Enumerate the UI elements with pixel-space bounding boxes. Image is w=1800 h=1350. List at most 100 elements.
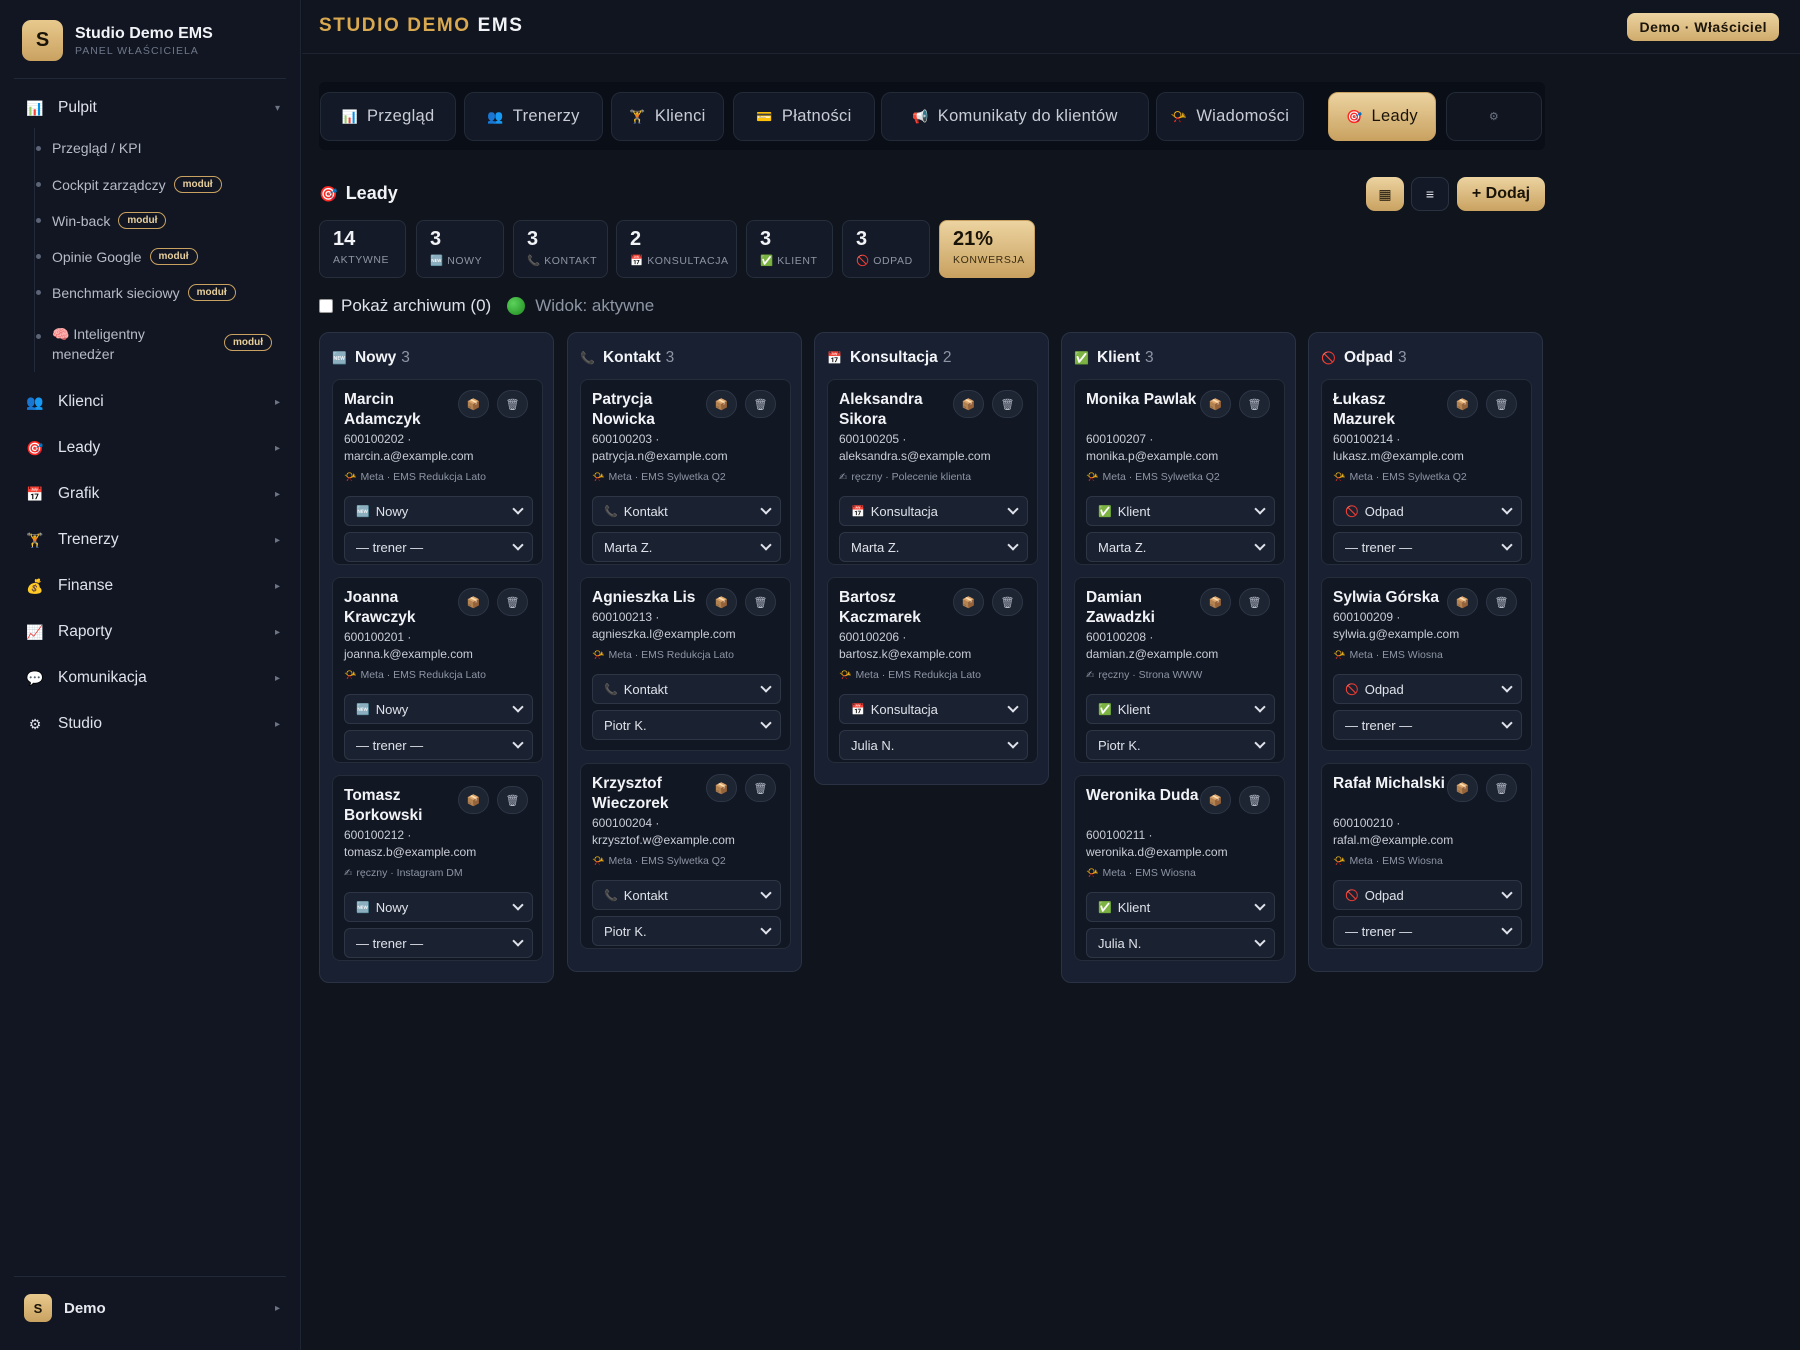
kanban-view-button[interactable]: ▦	[1366, 177, 1404, 211]
trash-icon[interactable]: 🗑	[1486, 774, 1517, 802]
trash-icon[interactable]: 🗑	[992, 390, 1023, 418]
lead-email[interactable]: tomasz.b@example.com	[344, 845, 476, 859]
stat-klient[interactable]: 3 ✅ KLIENT	[746, 220, 833, 278]
trainer-select[interactable]: Julia N.	[1086, 928, 1275, 958]
trainer-select[interactable]: Piotr K.	[592, 916, 781, 946]
lead-card[interactable]: Rafał Michalski 600100210 · rafal.m@exampl…	[1321, 763, 1532, 949]
lead-card[interactable]: Weronika Duda 600100211 · weronika.d@examp…	[1074, 775, 1285, 961]
stat-kontakt[interactable]: 3 📞 KONTAKT	[513, 220, 608, 278]
archive-icon[interactable]: 📦	[1447, 390, 1478, 418]
sidebar-item-grafik[interactable]: 📅 Grafik ▸	[20, 476, 280, 512]
tab-wiadomosci[interactable]: 📯 Wiadomości	[1156, 92, 1304, 141]
user-menu[interactable]: S Demo ▸	[24, 1294, 280, 1322]
add-lead-button[interactable]: + Dodaj	[1457, 177, 1545, 211]
sidebar-item-leady[interactable]: 🎯 Leady ▸	[20, 430, 280, 466]
lead-name[interactable]: Monika Pawlak	[1086, 390, 1204, 410]
lead-email[interactable]: marcin.a@example.com	[344, 449, 474, 463]
lead-name[interactable]: Patrycja Nowicka	[592, 390, 710, 430]
lead-name[interactable]: Tomasz Borkowski	[344, 786, 462, 826]
trash-icon[interactable]: 🗑	[1239, 786, 1270, 814]
lead-email[interactable]: joanna.k@example.com	[344, 647, 473, 661]
stage-select[interactable]: 🆕 Nowy	[344, 496, 533, 526]
lead-email[interactable]: agnieszka.l@example.com	[592, 627, 736, 641]
tab-komunikaty[interactable]: 📢 Komunikaty do klientów	[881, 92, 1149, 141]
lead-email[interactable]: rafal.m@example.com	[1333, 833, 1453, 847]
lead-email[interactable]: sylwia.g@example.com	[1333, 627, 1459, 641]
sidebar-item-komunikacja[interactable]: 💬 Komunikacja ▸	[20, 660, 280, 696]
lead-email[interactable]: bartosz.k@example.com	[839, 647, 971, 661]
trainer-select[interactable]: — trener —	[344, 730, 533, 760]
lead-name[interactable]: Agnieszka Lis	[592, 588, 710, 608]
lead-name[interactable]: Weronika Duda	[1086, 786, 1204, 806]
trash-icon[interactable]: 🗑	[745, 588, 776, 616]
trainer-select[interactable]: — trener —	[344, 532, 533, 562]
trainer-select[interactable]: Marta Z.	[839, 532, 1028, 562]
archive-icon[interactable]: 📦	[953, 390, 984, 418]
tab-ustawienia[interactable]: ⚙	[1446, 92, 1542, 141]
lead-name[interactable]: Rafał Michalski	[1333, 774, 1451, 794]
trash-icon[interactable]: 🗑	[497, 390, 528, 418]
tab-klienci[interactable]: 🏋 Klienci	[611, 92, 724, 141]
lead-card[interactable]: Sylwia Górska 600100209 · sylwia.g@example…	[1321, 577, 1532, 751]
trainer-select[interactable]: — trener —	[1333, 532, 1522, 562]
lead-email[interactable]: lukasz.m@example.com	[1333, 449, 1464, 463]
sidebar-item-studio[interactable]: ⚙ Studio ▸	[20, 706, 280, 742]
archive-icon[interactable]: 📦	[953, 588, 984, 616]
archive-icon[interactable]: 📦	[458, 786, 489, 814]
lead-card[interactable]: Joanna Krawczyk 600100201 · joanna.k@examp…	[332, 577, 543, 763]
submenu-item-menedzer[interactable]: 🧠 Inteligentny menedżer moduł	[36, 324, 280, 364]
archive-icon[interactable]: 📦	[1200, 588, 1231, 616]
sidebar-item-klienci[interactable]: 👥 Klienci ▸	[20, 384, 280, 420]
lead-card[interactable]: Monika Pawlak 600100207 · monika.p@example…	[1074, 379, 1285, 565]
lead-name[interactable]: Bartosz Kaczmarek	[839, 588, 957, 628]
stage-select[interactable]: 📞 Kontakt	[592, 496, 781, 526]
archive-icon[interactable]: 📦	[1200, 390, 1231, 418]
lead-name[interactable]: Marcin Adamczyk	[344, 390, 462, 430]
archive-label[interactable]: Pokaż archiwum (0)	[341, 296, 491, 316]
archive-icon[interactable]: 📦	[1200, 786, 1231, 814]
lead-email[interactable]: patrycja.n@example.com	[592, 449, 728, 463]
lead-card[interactable]: Krzysztof Wieczorek 600100204 · krzysztof.…	[580, 763, 791, 949]
tab-przeglad[interactable]: 📊 Przegląd	[320, 92, 456, 141]
archive-icon[interactable]: 📦	[458, 588, 489, 616]
submenu-item-opinie[interactable]: Opinie Google moduł	[36, 248, 198, 265]
stage-select[interactable]: 🆕 Nowy	[344, 694, 533, 724]
submenu-item-kpi[interactable]: Przegląd / KPI	[36, 140, 142, 156]
trash-icon[interactable]: 🗑	[1486, 588, 1517, 616]
trash-icon[interactable]: 🗑	[497, 786, 528, 814]
trash-icon[interactable]: 🗑	[497, 588, 528, 616]
stage-select[interactable]: 📅 Konsultacja	[839, 694, 1028, 724]
stage-select[interactable]: 📞 Kontakt	[592, 880, 781, 910]
submenu-item-winback[interactable]: Win-back moduł	[36, 212, 167, 229]
lead-card[interactable]: Agnieszka Lis 600100213 · agnieszka.l@exam…	[580, 577, 791, 751]
stage-select[interactable]: 🚫 Odpad	[1333, 880, 1522, 910]
stat-nowy[interactable]: 3 🆕 NOWY	[416, 220, 504, 278]
lead-email[interactable]: aleksandra.s@example.com	[839, 449, 991, 463]
tab-leady[interactable]: 🎯 Leady	[1328, 92, 1436, 141]
lead-name[interactable]: Damian Zawadzki	[1086, 588, 1204, 628]
stat-konsultacja[interactable]: 2 📅 KONSULTACJA	[616, 220, 737, 278]
role-badge[interactable]: Demo · Właściciel	[1627, 13, 1779, 41]
lead-card[interactable]: Bartosz Kaczmarek 600100206 · bartosz.k@ex…	[827, 577, 1038, 763]
lead-email[interactable]: monika.p@example.com	[1086, 449, 1218, 463]
sidebar-item-pulpit[interactable]: 📊 Pulpit ▾	[20, 90, 280, 126]
trash-icon[interactable]: 🗑	[1486, 390, 1517, 418]
trainer-select[interactable]: — trener —	[1333, 916, 1522, 946]
lead-card[interactable]: Patrycja Nowicka 600100203 · patrycja.n@ex…	[580, 379, 791, 565]
lead-card[interactable]: Łukasz Mazurek 600100214 · lukasz.m@exampl…	[1321, 379, 1532, 565]
lead-email[interactable]: weronika.d@example.com	[1086, 845, 1228, 859]
archive-icon[interactable]: 📦	[1447, 588, 1478, 616]
lead-card[interactable]: Damian Zawadzki 600100208 · damian.z@examp…	[1074, 577, 1285, 763]
archive-icon[interactable]: 📦	[706, 774, 737, 802]
sidebar-item-finanse[interactable]: 💰 Finanse ▸	[20, 568, 280, 604]
lead-name[interactable]: Łukasz Mazurek	[1333, 390, 1451, 430]
archive-icon[interactable]: 📦	[1447, 774, 1478, 802]
trainer-select[interactable]: Julia N.	[839, 730, 1028, 760]
stage-select[interactable]: 🚫 Odpad	[1333, 496, 1522, 526]
lead-card[interactable]: Aleksandra Sikora 600100205 · aleksandra.s…	[827, 379, 1038, 565]
brand[interactable]: S Studio Demo EMS PANEL WŁAŚCICIELA	[22, 20, 213, 61]
list-view-button[interactable]: ≡	[1411, 177, 1449, 211]
archive-icon[interactable]: 📦	[706, 390, 737, 418]
stage-select[interactable]: ✅ Klient	[1086, 496, 1275, 526]
stat-odpad[interactable]: 3 🚫 ODPAD	[842, 220, 930, 278]
